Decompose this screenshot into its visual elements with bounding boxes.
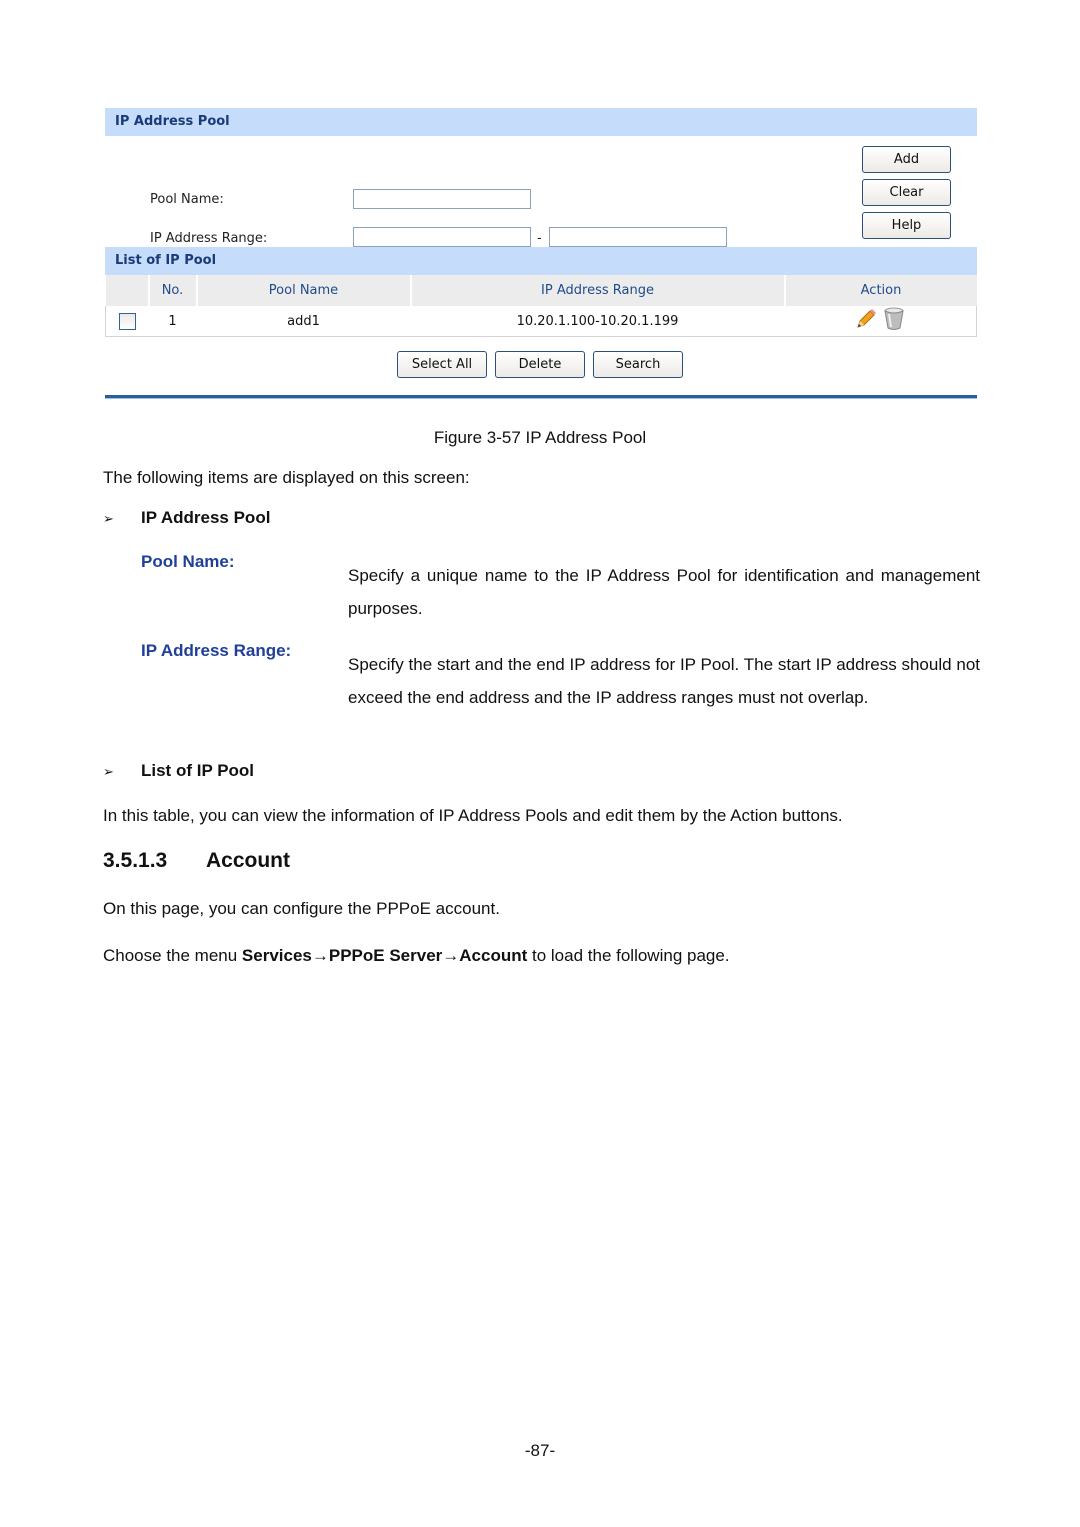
- description-pool-name: Specify a unique name to the IP Address …: [348, 566, 980, 618]
- column-header-ip-range: IP Address Range: [410, 275, 786, 306]
- list-button-bar: Select All Delete Search: [105, 337, 977, 393]
- row-ip-range: 10.20.1.100-10.20.1.199: [410, 306, 785, 337]
- bullet-arrow-icon: ➢: [103, 511, 114, 526]
- figure-caption: Figure 3-57 IP Address Pool: [433, 428, 647, 447]
- column-header-select: [105, 275, 150, 306]
- column-header-action: Action: [784, 275, 977, 306]
- list-description-paragraph: In this table, you can view the informat…: [103, 806, 843, 825]
- column-header-pool-name: Pool Name: [196, 275, 412, 306]
- select-all-button[interactable]: Select All: [397, 351, 487, 378]
- delete-button[interactable]: Delete: [495, 351, 585, 378]
- menu-path-suffix: to load the following page.: [527, 946, 730, 965]
- menu-path: Services→PPPoE Server→Account: [241, 946, 528, 965]
- bullet-heading-text: IP Address Pool: [141, 508, 271, 527]
- add-button[interactable]: Add: [862, 146, 951, 173]
- menu-path-paragraph: Choose the menu Services→PPPoE Server→Ac…: [103, 946, 730, 966]
- list-of-ip-pool-panel-header: List of IP Pool: [105, 247, 977, 275]
- intro-paragraph: The following items are displayed on thi…: [103, 468, 470, 487]
- account-intro-paragraph: On this page, you can configure the PPPo…: [103, 899, 500, 918]
- ip-address-pool-form: Pool Name: IP Address Range: - Add Clear…: [105, 136, 977, 247]
- ip-pool-list: No. Pool Name IP Address Range Action 1 …: [105, 275, 977, 393]
- bullet-heading-ip-address-pool: ➢ IP Address Pool: [103, 508, 270, 528]
- pool-name-input[interactable]: [353, 189, 531, 209]
- ip-range-end-input[interactable]: [549, 227, 727, 247]
- column-header-no: No.: [148, 275, 198, 306]
- section-title: Account: [206, 849, 290, 872]
- edit-pencil-icon[interactable]: [855, 308, 877, 334]
- bullet-arrow-icon: ➢: [103, 764, 114, 779]
- description-ip-address-range: Specify the start and the end IP address…: [348, 655, 980, 707]
- table-header-row: No. Pool Name IP Address Range Action: [105, 275, 977, 306]
- figure-bottom-rule: [105, 395, 977, 399]
- page-number: -87-: [524, 1441, 556, 1460]
- section-heading-account: 3.5.1.3 Account: [103, 849, 290, 873]
- search-button[interactable]: Search: [593, 351, 683, 378]
- menu-path-prefix: Choose the menu: [103, 946, 242, 965]
- row-action-cell: [784, 306, 977, 337]
- ip-address-pool-screenshot: IP Address Pool Pool Name: IP Address Ra…: [105, 108, 977, 393]
- ip-range-label: IP Address Range:: [150, 231, 268, 246]
- row-select-cell: [105, 306, 149, 337]
- row-checkbox[interactable]: [118, 312, 136, 330]
- delete-trash-icon[interactable]: [883, 307, 905, 335]
- ip-range-separator: -: [537, 231, 542, 246]
- ip-range-start-input[interactable]: [353, 227, 531, 247]
- bullet-heading-text: List of IP Pool: [141, 761, 255, 780]
- row-no: 1: [148, 306, 197, 337]
- bullet-heading-list-of-ip-pool: ➢ List of IP Pool: [103, 761, 254, 781]
- row-pool-name: add1: [196, 306, 411, 337]
- term-pool-name: Pool Name:: [141, 552, 235, 571]
- table-row: 1 add1 10.20.1.100-10.20.1.199: [105, 306, 977, 337]
- ip-address-pool-panel-header: IP Address Pool: [105, 108, 977, 136]
- pool-name-label: Pool Name:: [150, 192, 224, 207]
- section-number: 3.5.1.3: [103, 849, 168, 872]
- help-button[interactable]: Help: [862, 212, 951, 239]
- ip-pool-table: No. Pool Name IP Address Range Action 1 …: [105, 275, 977, 337]
- clear-button[interactable]: Clear: [862, 179, 951, 206]
- term-ip-address-range: IP Address Range:: [141, 641, 292, 660]
